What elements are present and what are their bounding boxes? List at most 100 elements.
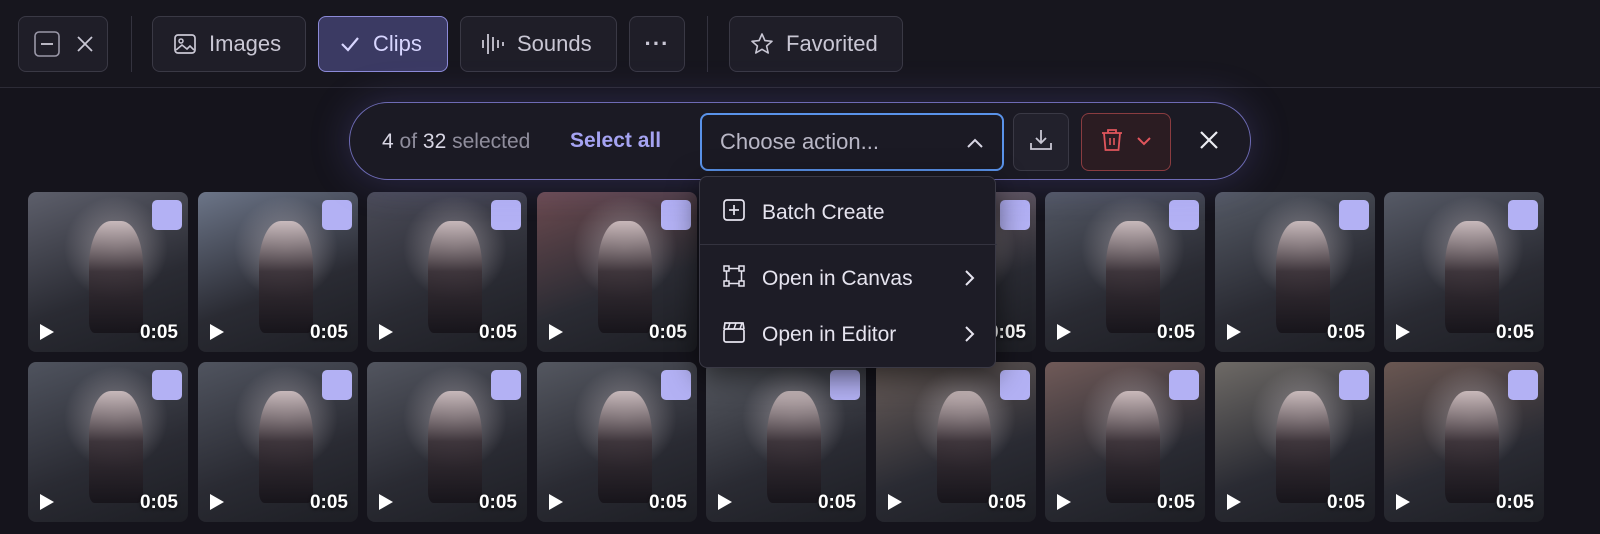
waveform-icon [481, 31, 505, 57]
play-icon[interactable] [549, 324, 563, 340]
menu-item-open-in-canvas[interactable]: Open in Canvas [700, 251, 997, 307]
clip-select-checkbox[interactable] [1508, 200, 1538, 230]
clip-preview-image [258, 220, 314, 333]
tab-sounds[interactable]: Sounds [460, 16, 617, 72]
chevron-right-icon [963, 325, 975, 349]
clip-duration: 0:05 [1156, 322, 1195, 343]
play-icon[interactable] [1396, 494, 1410, 510]
clip-thumbnail[interactable]: 0:05 [28, 362, 188, 522]
play-icon[interactable] [1227, 494, 1241, 510]
clip-select-checkbox[interactable] [661, 200, 691, 230]
close-icon[interactable] [75, 34, 95, 54]
clip-thumbnail[interactable]: 0:05 [367, 192, 527, 352]
clip-select-checkbox[interactable] [1000, 200, 1030, 230]
clip-select-checkbox[interactable] [1000, 370, 1030, 400]
clip-duration: 0:05 [309, 492, 348, 513]
image-icon [173, 32, 197, 56]
clip-thumbnail[interactable]: 0:05 [198, 362, 358, 522]
close-icon [1199, 130, 1219, 155]
minimize-icon[interactable] [33, 30, 61, 58]
play-icon[interactable] [888, 494, 902, 510]
clip-select-checkbox[interactable] [1339, 370, 1369, 400]
clip-duration: 0:05 [987, 492, 1026, 513]
play-icon[interactable] [379, 324, 393, 340]
delete-button[interactable] [1081, 113, 1171, 171]
play-icon[interactable] [210, 494, 224, 510]
tab-clips[interactable]: Clips [318, 16, 448, 72]
action-select-placeholder: Choose action... [720, 129, 879, 154]
clip-thumbnail[interactable]: 0:05 [367, 362, 527, 522]
clip-duration: 0:05 [309, 322, 348, 343]
clip-select-checkbox[interactable] [830, 370, 860, 400]
play-icon[interactable] [1396, 324, 1410, 340]
clip-thumbnail[interactable]: 0:05 [198, 192, 358, 352]
check-icon [339, 33, 361, 55]
tab-images[interactable]: Images [152, 16, 306, 72]
clip-preview-image [427, 220, 483, 333]
play-icon[interactable] [549, 494, 563, 510]
clip-select-checkbox[interactable] [1169, 370, 1199, 400]
play-icon[interactable] [379, 494, 393, 510]
clip-thumbnail[interactable]: 0:05 [537, 192, 697, 352]
clip-thumbnail[interactable]: 0:05 [876, 362, 1036, 522]
clip-preview-image [936, 390, 992, 503]
clip-select-checkbox[interactable] [152, 200, 182, 230]
tab-favorited[interactable]: Favorited [729, 16, 903, 72]
clip-select-checkbox[interactable] [152, 370, 182, 400]
clip-duration: 0:05 [1326, 492, 1365, 513]
selection-count: 4 of 32 selected [382, 130, 531, 153]
clip-duration: 0:05 [139, 492, 178, 513]
clip-thumbnail[interactable]: 0:05 [1215, 192, 1375, 352]
tab-sounds-label: Sounds [517, 31, 592, 56]
clip-thumbnail[interactable]: 0:05 [1215, 362, 1375, 522]
trash-icon [1100, 127, 1124, 158]
clapperboard-icon [722, 320, 746, 350]
menu-item-open-in-editor[interactable]: Open in Editor [700, 307, 997, 363]
clip-thumbnail[interactable]: 0:05 [1384, 192, 1544, 352]
menu-divider [700, 244, 997, 245]
clip-duration: 0:05 [1495, 322, 1534, 343]
menu-item-batch-create[interactable]: Batch Create [700, 185, 997, 241]
play-icon[interactable] [40, 324, 54, 340]
clip-duration: 0:05 [648, 322, 687, 343]
batch-action-bar: 4 of 32 selected Select all Choose actio… [349, 102, 1251, 180]
clip-preview-image [88, 390, 144, 503]
play-icon[interactable] [40, 494, 54, 510]
play-icon[interactable] [1227, 324, 1241, 340]
clip-select-checkbox[interactable] [661, 370, 691, 400]
clip-thumbnail[interactable]: 0:05 [1384, 362, 1544, 522]
tab-favorited-label: Favorited [786, 31, 878, 56]
clip-select-checkbox[interactable] [491, 200, 521, 230]
chevron-right-icon [963, 269, 975, 293]
clip-duration: 0:05 [1495, 492, 1534, 513]
clip-select-checkbox[interactable] [1169, 200, 1199, 230]
clip-select-checkbox[interactable] [491, 370, 521, 400]
chevron-up-icon [966, 129, 984, 155]
clip-thumbnail[interactable]: 0:05 [1045, 192, 1205, 352]
close-batch-button[interactable] [1186, 119, 1232, 165]
clip-select-checkbox[interactable] [322, 370, 352, 400]
more-dots-icon: ··· [644, 31, 670, 56]
play-icon[interactable] [718, 494, 732, 510]
menu-item-label: Open in Editor [762, 323, 897, 346]
play-icon[interactable] [1057, 324, 1071, 340]
action-select[interactable]: Choose action... [700, 113, 1004, 171]
download-button[interactable] [1013, 113, 1069, 171]
play-icon[interactable] [210, 324, 224, 340]
clip-thumbnail[interactable]: 0:05 [537, 362, 697, 522]
clip-preview-image [258, 390, 314, 503]
clip-thumbnail[interactable]: 0:05 [28, 192, 188, 352]
select-all-link[interactable]: Select all [570, 129, 661, 153]
more-button[interactable]: ··· [629, 16, 685, 72]
menu-item-label: Open in Canvas [762, 267, 913, 290]
clip-preview-image [1275, 220, 1331, 333]
clip-select-checkbox[interactable] [1339, 200, 1369, 230]
clip-thumbnail[interactable]: 0:05 [1045, 362, 1205, 522]
download-icon [1028, 127, 1054, 158]
tab-clips-label: Clips [373, 31, 422, 56]
clip-preview-image [1275, 390, 1331, 503]
clip-thumbnail[interactable]: 0:05 [706, 362, 866, 522]
clip-select-checkbox[interactable] [1508, 370, 1538, 400]
play-icon[interactable] [1057, 494, 1071, 510]
clip-select-checkbox[interactable] [322, 200, 352, 230]
